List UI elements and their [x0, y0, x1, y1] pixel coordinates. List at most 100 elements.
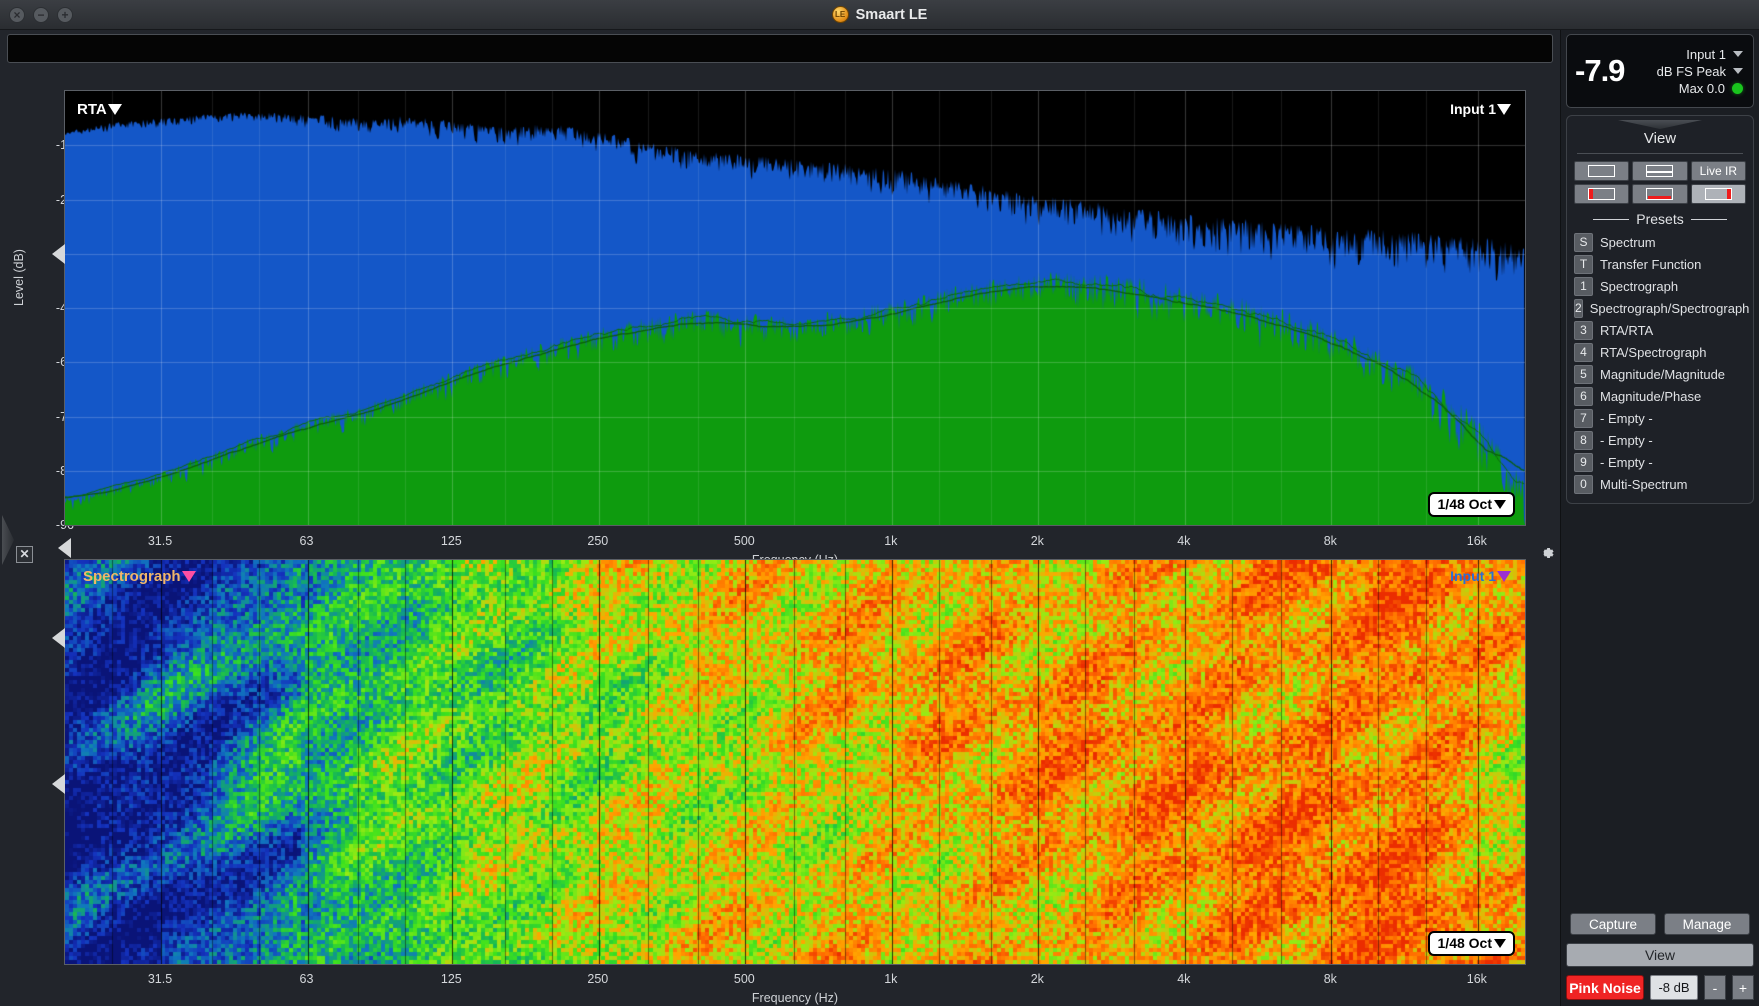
preset-item-transfer-function[interactable]: T Transfer Function [1574, 253, 1746, 275]
capture-manage-row: Capture Manage [1566, 907, 1754, 943]
preset-item-empty[interactable]: 8 - Empty - [1574, 429, 1746, 451]
smaart-logo-icon: LE [831, 6, 849, 23]
single-pane-icon [1588, 165, 1616, 177]
meter-max-label: Max 0.0 [1678, 80, 1725, 96]
rta-input-label: Input 1 [1450, 101, 1496, 117]
split-pane-icon [1646, 165, 1674, 177]
manage-button[interactable]: Manage [1664, 913, 1750, 935]
view-mode-bottom-bar-button[interactable] [1632, 184, 1688, 204]
preset-label: Spectrum [1600, 234, 1656, 250]
rta-pane: Level (dB) -12-24-36-48-60-72-84-96 RTA … [0, 66, 1560, 567]
view-panel: View Live IR Presets S Spectrum T Transf… [1566, 115, 1754, 504]
chevron-down-icon [1494, 499, 1506, 509]
generator-level-decrement-button[interactable]: - [1704, 975, 1726, 1000]
spectrograph-pane: Spectrograph Input 1 1/48 Oct 31.5 63 125 2… [0, 547, 1560, 1006]
rta-resolution-label: 1/48 Oct [1437, 496, 1492, 512]
x-tick-label: 500 [733, 972, 755, 986]
chevron-down-icon [1733, 68, 1743, 74]
preset-item-spectrograph-spectrograph[interactable]: 2 Spectrograph/Spectrograph [1574, 297, 1749, 319]
view-mode-live-ir-button[interactable]: Live IR [1690, 161, 1746, 181]
spectrograph-plot[interactable]: Spectrograph Input 1 1/48 Oct [64, 559, 1526, 965]
right-sidebar: -7.9 Input 1 dB FS Peak Max 0.0 View Liv… [1560, 30, 1759, 1006]
preset-item-spectrograph[interactable]: 1 Spectrograph [1574, 275, 1746, 297]
meter-input-select[interactable]: Input 1 [1686, 47, 1743, 62]
preset-item-empty[interactable]: 7 - Empty - [1574, 407, 1746, 429]
x-tick-label: 1k [884, 534, 898, 548]
rta-level-marker[interactable] [52, 244, 65, 264]
spectrograph-resolution-menu[interactable]: 1/48 Oct [1427, 931, 1515, 956]
preset-label: - Empty - [1600, 454, 1653, 470]
smaart-app-window: × − + LE Smaart LE Level (dB) -12-24-36-… [0, 0, 1759, 1006]
spectrograph-x-axis-ticks: 31.5 63 125 250 500 1k 2k 4k 8k 16k [64, 972, 1526, 992]
x-tick-label: 63 [299, 534, 314, 548]
preset-item-rta-rta[interactable]: 3 RTA/RTA [1574, 319, 1746, 341]
rta-title: RTA [77, 101, 107, 118]
sidebar-bottom-controls: Capture Manage View Pink Noise -8 dB - + [1566, 907, 1754, 1000]
rule-left [1593, 218, 1630, 220]
rta-input-menu[interactable]: Input 1 [1450, 101, 1511, 117]
generator-level-field[interactable]: -8 dB [1650, 975, 1698, 1000]
view-panel-title: View [1643, 130, 1677, 147]
x-tick-label: 31.5 [147, 534, 173, 548]
preset-item-rta-spectrograph[interactable]: 4 RTA/Spectrograph [1574, 341, 1746, 363]
preset-key: 0 [1574, 474, 1593, 494]
preset-label: Magnitude/Magnitude [1600, 366, 1726, 382]
pink-noise-button[interactable]: Pink Noise [1566, 975, 1644, 1000]
view-mode-split-pane-button[interactable] [1632, 161, 1688, 181]
meter-unit-select[interactable]: dB FS Peak [1657, 64, 1743, 79]
x-tick-label: 63 [299, 972, 314, 986]
clip-indicator-led [1732, 82, 1743, 94]
chevron-down-icon [1733, 51, 1743, 57]
x-tick-label: 125 [440, 972, 462, 986]
spectrograph-marker-lower[interactable] [52, 774, 65, 794]
chevron-down-icon [181, 571, 196, 582]
view-mode-row-top: Live IR [1574, 161, 1746, 181]
spectrograph-marker-upper[interactable] [52, 628, 65, 648]
spectrograph-source-menu[interactable]: Spectrograph [83, 568, 196, 585]
preset-key: 6 [1574, 386, 1593, 406]
preset-item-magnitude-magnitude[interactable]: 5 Magnitude/Magnitude [1574, 363, 1746, 385]
preset-item-empty[interactable]: 9 - Empty - [1574, 451, 1746, 473]
rule-right [1690, 218, 1727, 220]
preset-key: 8 [1574, 430, 1593, 450]
x-tick-label: 16k [1466, 972, 1487, 986]
x-tick-label: 500 [733, 534, 755, 548]
meter-input-label: Input 1 [1686, 46, 1726, 62]
rta-source-menu[interactable]: RTA [77, 101, 122, 118]
signal-generator-row: Pink Noise -8 dB - + [1566, 975, 1754, 1000]
x-tick-label: 16k [1466, 534, 1487, 548]
preset-item-magnitude-phase[interactable]: 6 Magnitude/Phase [1574, 385, 1746, 407]
preset-key: 4 [1574, 342, 1593, 362]
spectrograph-input-menu[interactable]: Input 1 [1450, 568, 1511, 584]
x-tick-label: 250 [587, 972, 609, 986]
preset-item-multi-spectrum[interactable]: 0 Multi-Spectrum [1574, 473, 1746, 495]
preset-key: 5 [1574, 364, 1593, 384]
preset-label: - Empty - [1600, 410, 1653, 426]
spectrograph-x-axis-title: Frequency (Hz) [751, 991, 839, 1005]
rta-resolution-menu[interactable]: 1/48 Oct [1427, 492, 1515, 517]
generator-level-increment-button[interactable]: + [1732, 975, 1754, 1000]
view-mode-left-sidebar-button[interactable] [1574, 184, 1630, 204]
window-title-group: LE Smaart LE [0, 6, 1759, 23]
x-tick-label: 1k [884, 972, 898, 986]
view-button[interactable]: View [1566, 943, 1754, 967]
right-sidebar-icon [1704, 188, 1732, 200]
chevron-down-icon [1497, 570, 1511, 582]
graph-area: Level (dB) -12-24-36-48-60-72-84-96 RTA … [0, 30, 1560, 1006]
x-tick-label: 4k [1177, 972, 1191, 986]
preset-label: - Empty - [1600, 432, 1653, 448]
spectrograph-title: Spectrograph [83, 568, 181, 585]
view-panel-collapse-icon[interactable] [1618, 120, 1702, 129]
preset-label: Spectrograph [1600, 278, 1679, 294]
view-mode-right-sidebar-button[interactable] [1690, 184, 1746, 204]
preset-item-spectrum[interactable]: S Spectrum [1574, 231, 1746, 253]
view-mode-single-pane-button[interactable] [1574, 161, 1630, 181]
capture-button[interactable]: Capture [1570, 913, 1656, 935]
preset-label: Magnitude/Phase [1600, 388, 1702, 404]
input-level-meter: -7.9 Input 1 dB FS Peak Max 0.0 [1566, 34, 1754, 108]
x-tick-label: 125 [440, 534, 462, 548]
x-tick-label: 8k [1323, 972, 1337, 986]
rta-plot[interactable]: RTA Input 1 1/48 Oct [64, 90, 1526, 526]
presets-header: Presets [1574, 211, 1746, 227]
preset-label: Transfer Function [1600, 256, 1702, 272]
